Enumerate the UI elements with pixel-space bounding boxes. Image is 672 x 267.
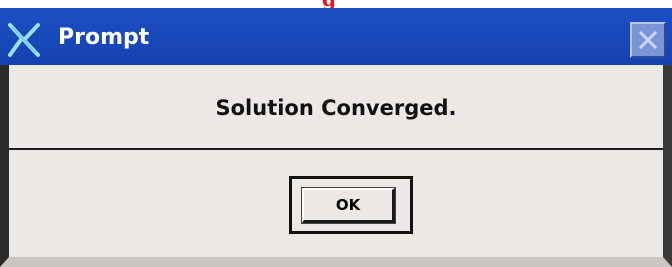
divider — [9, 148, 663, 150]
background-cropped-text: g — [322, 0, 336, 8]
title-bar[interactable]: Prompt — [0, 8, 672, 65]
default-button-frame: OK — [289, 176, 413, 234]
dialog-body: Solution Converged. OK — [0, 65, 672, 267]
background-fragment: g — [0, 0, 672, 8]
status-message: Solution Converged. — [215, 96, 457, 120]
close-button[interactable] — [630, 22, 666, 58]
window-title: Prompt — [58, 25, 150, 50]
x-logo-icon — [2, 21, 44, 59]
ok-button[interactable]: OK — [301, 187, 396, 224]
close-icon — [638, 30, 658, 50]
